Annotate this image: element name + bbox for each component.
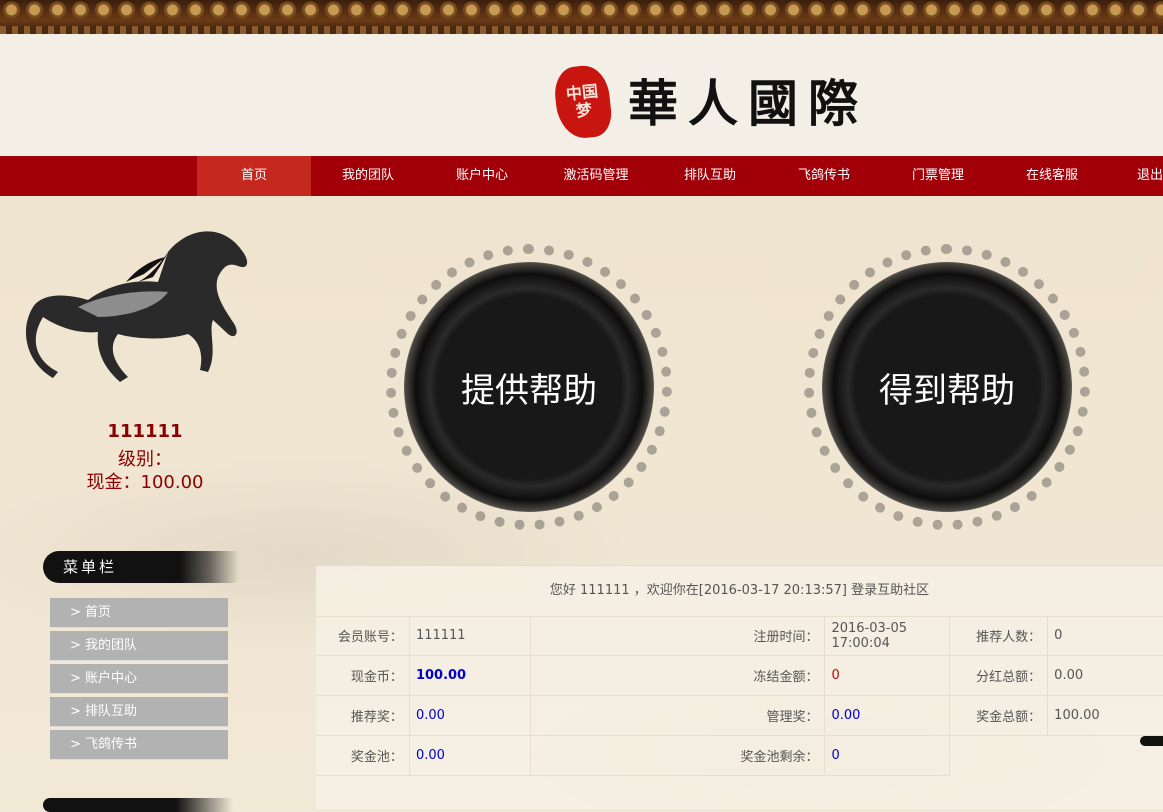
frozen-amount-label: 冻结金额：: [530, 655, 826, 696]
referral-count-value: 0: [1047, 616, 1163, 656]
referral-bonus-value: 0.00: [409, 695, 532, 736]
nav-item-queue-help[interactable]: 排队互助: [653, 156, 767, 196]
provide-help-label: 提供帮助: [461, 370, 597, 411]
frozen-amount-value: 0: [824, 655, 950, 696]
roof-tiles-banner: [0, 0, 1163, 34]
bonus-total-value: 100.00: [1047, 695, 1163, 736]
nav-item-activation-codes[interactable]: 激活码管理: [539, 156, 653, 196]
empty-cell: [949, 736, 1048, 776]
nav-item-tickets[interactable]: 门票管理: [881, 156, 995, 196]
register-time-label: 注册时间：: [530, 616, 826, 656]
menu-item-my-team[interactable]: > 我的团队: [50, 631, 228, 661]
cash-coin-value: 100.00: [409, 655, 532, 696]
table-row: 推荐奖： 0.00 管理奖： 0.00 奖金总额： 100.00: [316, 695, 1163, 736]
management-bonus-value: 0.00: [824, 695, 950, 736]
nav-item-logout[interactable]: 退出: [1109, 156, 1163, 196]
table-row: 奖金池： 0.00 奖金池剩余： 0: [316, 735, 1163, 776]
nav-item-messages[interactable]: 飞鸽传书: [767, 156, 881, 196]
menu-item-account-center[interactable]: > 账户中心: [50, 664, 228, 694]
menu-item-messages[interactable]: > 飞鸽传书: [50, 730, 228, 760]
nav-item-my-team[interactable]: 我的团队: [311, 156, 425, 196]
member-id-value: 111111: [409, 616, 532, 656]
bonus-pool-label: 奖金池：: [316, 735, 410, 776]
menu-bottom-brush: [43, 798, 233, 812]
site-logo: 華人國際: [628, 74, 868, 133]
bonus-total-label: 奖金总额：: [949, 695, 1049, 736]
member-id-label: 会员账号：: [316, 616, 410, 656]
nav-item-account-center[interactable]: 账户中心: [425, 156, 539, 196]
welcome-message: 您好 111111 ，欢迎你在[2016-03-17 20:13:57] 登录互…: [316, 566, 1163, 617]
horse-illustration: [25, 231, 248, 382]
dividend-total-label: 分红总额：: [949, 655, 1049, 696]
register-time-value: 2016-03-05 17:00:04: [824, 616, 950, 656]
cash-coin-label: 现金币：: [316, 655, 410, 696]
get-help-button[interactable]: 得到帮助: [804, 244, 1090, 530]
dividend-total-value: 0.00: [1047, 655, 1163, 696]
account-info-panel: 您好 111111 ，欢迎你在[2016-03-17 20:13:57] 登录互…: [316, 565, 1163, 809]
side-menu: > 首页 > 我的团队 > 账户中心 > 排队互助 > 飞鸽传书: [50, 598, 228, 763]
table-row: 会员账号： 111111 注册时间： 2016-03-05 17:00:04 推…: [316, 616, 1163, 656]
table-row: 现金币： 100.00 冻结金额： 0 分红总额： 0.00: [316, 655, 1163, 696]
management-bonus-label: 管理奖：: [530, 695, 826, 736]
user-name: 111111: [107, 421, 183, 442]
menu-item-queue-help[interactable]: > 排队互助: [50, 697, 228, 727]
user-cash: 现金：100.00: [86, 472, 204, 493]
nav-item-home[interactable]: 首页: [197, 156, 311, 196]
bonus-pool-value: 0.00: [409, 735, 532, 776]
bonus-pool-remaining-value: 0: [824, 735, 950, 776]
ink-brush-decoration: [1140, 736, 1163, 746]
bonus-pool-remaining-label: 奖金池剩余：: [530, 735, 826, 776]
referral-count-label: 推荐人数：: [949, 616, 1049, 656]
main-nav: 首页 我的团队 账户中心 激活码管理 排队互助 飞鸽传书 门票管理 在线客服 退…: [0, 156, 1163, 196]
menu-item-home[interactable]: > 首页: [50, 598, 228, 628]
menu-title: 菜单栏: [43, 551, 239, 583]
get-help-label: 得到帮助: [879, 370, 1015, 411]
provide-help-button[interactable]: 提供帮助: [386, 244, 672, 530]
referral-bonus-label: 推荐奖：: [316, 695, 410, 736]
nav-item-online-service[interactable]: 在线客服: [995, 156, 1109, 196]
account-info-table: 会员账号： 111111 注册时间： 2016-03-05 17:00:04 推…: [316, 616, 1163, 776]
